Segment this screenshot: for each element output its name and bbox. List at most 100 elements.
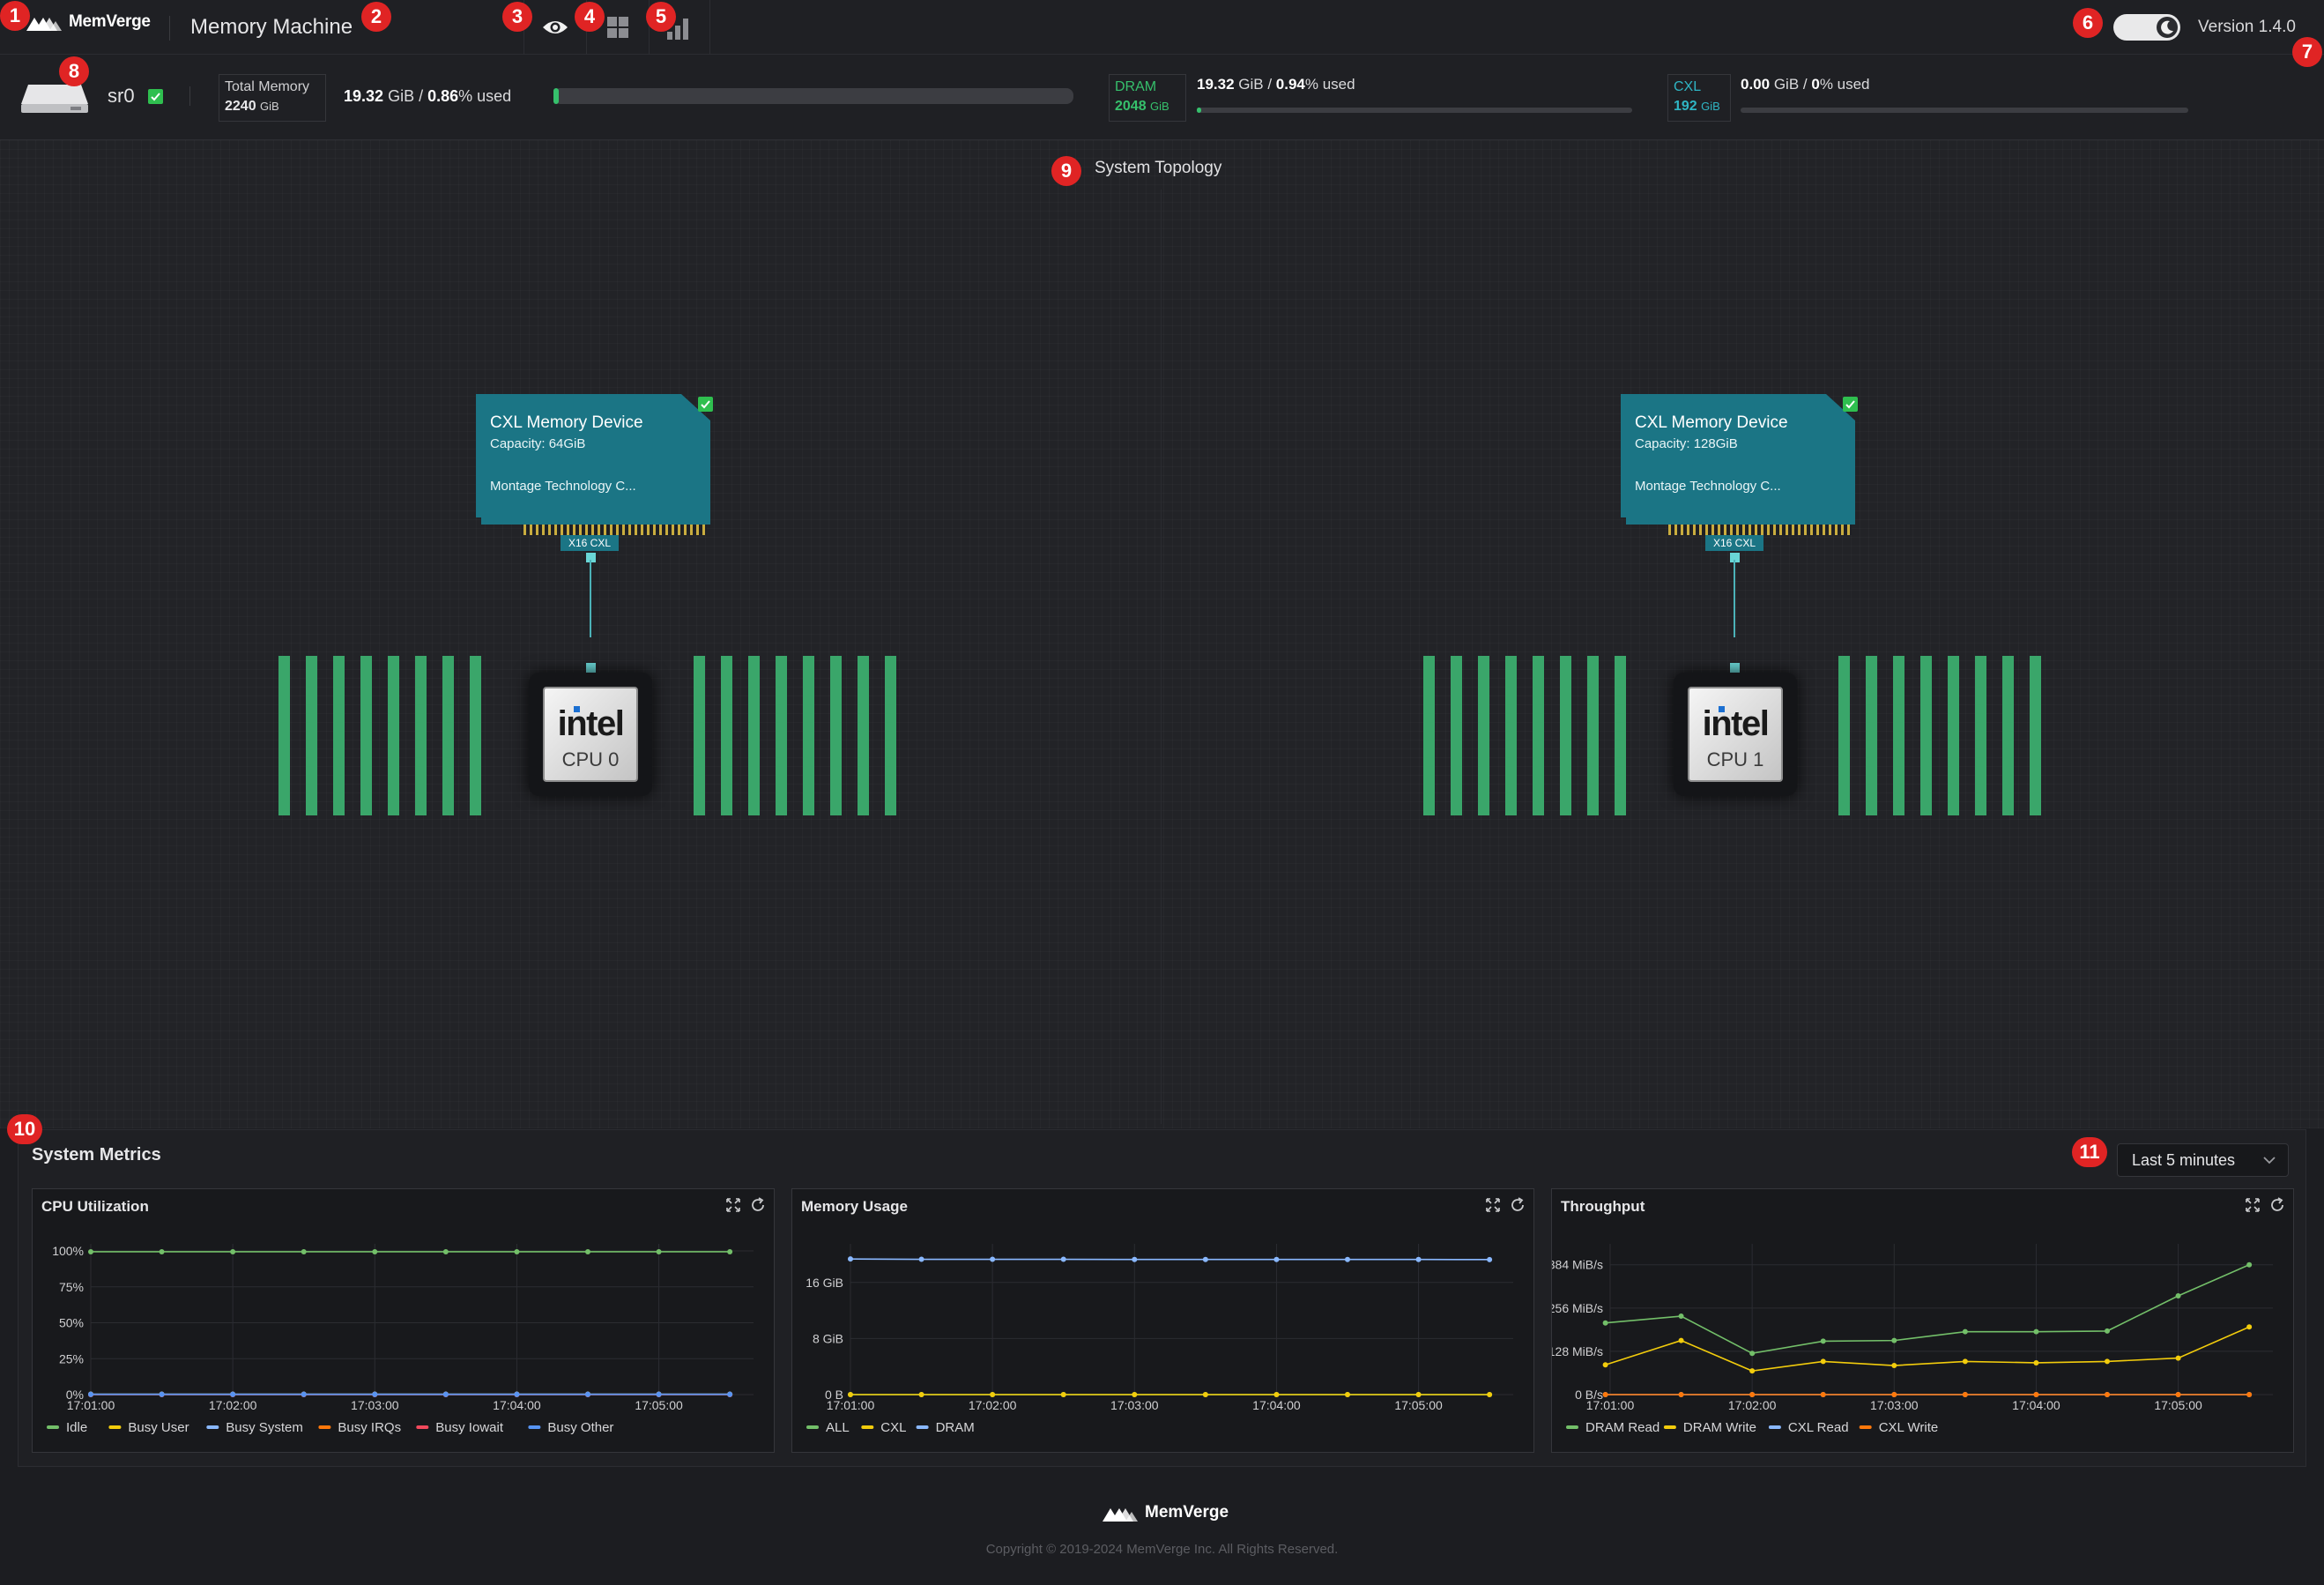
throughput-chart: 384 MiB/s256 MiB/s128 MiB/s0 B/s17:01:00… [1552, 1244, 2273, 1435]
data-point [1273, 1392, 1280, 1397]
legend-item[interactable]: ALL [806, 1420, 850, 1435]
annotation-badge: 3 [502, 2, 532, 32]
data-point [1820, 1338, 1826, 1344]
dimm-slot[interactable] [748, 656, 760, 815]
dimm-slot[interactable] [278, 656, 290, 815]
dimm-slot[interactable] [803, 656, 814, 815]
data-point [1749, 1368, 1756, 1374]
dimm-slot[interactable] [470, 656, 481, 815]
y-tick-label: 256 MiB/s [1552, 1301, 1603, 1315]
refresh-icon[interactable] [2268, 1196, 2286, 1214]
dimm-slot[interactable] [1948, 656, 1959, 815]
y-tick-label: 50% [59, 1316, 84, 1330]
x-tick-label: 17:04:00 [493, 1398, 541, 1412]
series-idle [88, 1248, 733, 1254]
panel-tools [2244, 1196, 2286, 1214]
expand-icon[interactable] [1484, 1196, 1502, 1214]
data-point [1962, 1358, 1968, 1365]
dimm-slot[interactable] [442, 656, 454, 815]
legend-item[interactable]: Busy Iowait [416, 1420, 504, 1435]
dimm-slot[interactable] [1505, 656, 1517, 815]
expand-icon[interactable] [724, 1196, 742, 1214]
dimm-slot[interactable] [333, 656, 345, 815]
dimm-slot[interactable] [885, 656, 896, 815]
legend-item[interactable]: Busy IRQs [318, 1420, 401, 1435]
data-point [2033, 1392, 2039, 1397]
legend-item[interactable]: DRAM [916, 1420, 975, 1435]
data-point [2105, 1358, 2110, 1365]
data-point [301, 1248, 307, 1254]
data-point [1678, 1337, 1684, 1343]
footer-logo[interactable]: MemVerge [1103, 1503, 1229, 1522]
dimm-slot[interactable] [1451, 656, 1462, 815]
dimm-slot[interactable] [721, 656, 732, 815]
server-name[interactable]: sr0 [108, 85, 135, 108]
dimm-slot[interactable] [694, 656, 705, 815]
dimm-slot[interactable] [1423, 656, 1435, 815]
cxl-device-0[interactable]: CXL Memory Device Capacity: 64GiB Montag… [465, 394, 717, 539]
dimm-slot[interactable] [858, 656, 869, 815]
throughput-panel: 384 MiB/s 256 MiB/s 128 MiB/s 0 B/s 17:01:00… [1551, 1188, 2294, 1453]
dimm-slot[interactable] [1920, 656, 1932, 815]
total-usage-text: 19.32 GiB / 0.86% used [344, 87, 511, 106]
dimm-slot[interactable] [1587, 656, 1599, 815]
legend-item[interactable]: Idle [47, 1420, 87, 1435]
dimm-slot[interactable] [415, 656, 427, 815]
legend-label: DRAM Read [1585, 1420, 1659, 1435]
dimm-slot[interactable] [1560, 656, 1571, 815]
data-point [990, 1256, 996, 1262]
refresh-icon[interactable] [749, 1196, 767, 1214]
legend-swatch [806, 1425, 819, 1429]
theme-toggle[interactable] [2113, 14, 2180, 41]
expand-icon[interactable] [2244, 1196, 2261, 1214]
legend-item[interactable]: DRAM Write [1663, 1420, 1756, 1435]
cxl-used-amount: 0.00 [1741, 76, 1771, 93]
dimm-slot[interactable] [776, 656, 787, 815]
data-point [585, 1391, 590, 1397]
panel-title: CPU Utilization [41, 1198, 149, 1215]
cpu-0[interactable]: intel CPU 0 [529, 673, 652, 796]
time-range-select[interactable]: Last 5 minutes [2117, 1143, 2289, 1177]
y-tick-label: 100% [52, 1244, 84, 1258]
cxl-device-vendor: Montage Technology C... [1635, 479, 1781, 494]
dimm-slot[interactable] [1533, 656, 1544, 815]
dimm-slot[interactable] [1615, 656, 1626, 815]
total-usage-bar [553, 88, 1073, 104]
dimm-slot[interactable] [1893, 656, 1904, 815]
legend-item[interactable]: DRAM Read [1566, 1420, 1659, 1435]
refresh-icon[interactable] [1509, 1196, 1526, 1214]
cpu-1[interactable]: intel CPU 1 [1674, 673, 1797, 796]
dimm-slot[interactable] [2030, 656, 2041, 815]
dimm-slot[interactable] [1478, 656, 1489, 815]
dimm-slot[interactable] [360, 656, 372, 815]
legend-label: DRAM [936, 1420, 975, 1435]
memverge-logo[interactable]: MemVerge [26, 12, 151, 32]
cxl-device-1[interactable]: CXL Memory Device Capacity: 128GiB Monta… [1610, 394, 1861, 539]
legend-label: ALL [826, 1420, 850, 1435]
data-point [2175, 1293, 2181, 1299]
dram-used-sep: / [1263, 76, 1276, 93]
legend-item[interactable]: CXL [861, 1420, 906, 1435]
dimm-slot[interactable] [1838, 656, 1850, 815]
cxl-device-vendor: Montage Technology C... [490, 479, 636, 494]
legend-item[interactable]: Busy System [206, 1420, 303, 1435]
y-tick-label: 25% [59, 1351, 84, 1365]
dimm-slot[interactable] [830, 656, 842, 815]
data-point [2033, 1328, 2039, 1335]
legend-item[interactable]: Busy Other [528, 1420, 613, 1435]
x-tick-label: 17:05:00 [635, 1398, 683, 1412]
panel-tools [724, 1196, 767, 1214]
legend-item[interactable]: Busy User [108, 1420, 189, 1435]
legend-item[interactable]: CXL Write [1859, 1420, 1939, 1435]
data-point [1678, 1313, 1684, 1320]
dimm-slot[interactable] [1866, 656, 1877, 815]
system-topology: System Topology CXL Memory Device Capaci… [0, 140, 2324, 1128]
legend-item[interactable]: CXL Read [1768, 1420, 1849, 1435]
dimm-slot[interactable] [2002, 656, 2014, 815]
dimm-slot[interactable] [388, 656, 399, 815]
cxl-box: CXL 192 GiB [1667, 74, 1731, 122]
dimm-slot[interactable] [1975, 656, 1986, 815]
dimm-slot[interactable] [306, 656, 317, 815]
cxl-used-suffix: % used [1819, 76, 1870, 93]
dram-usage-bar [1197, 108, 1632, 113]
